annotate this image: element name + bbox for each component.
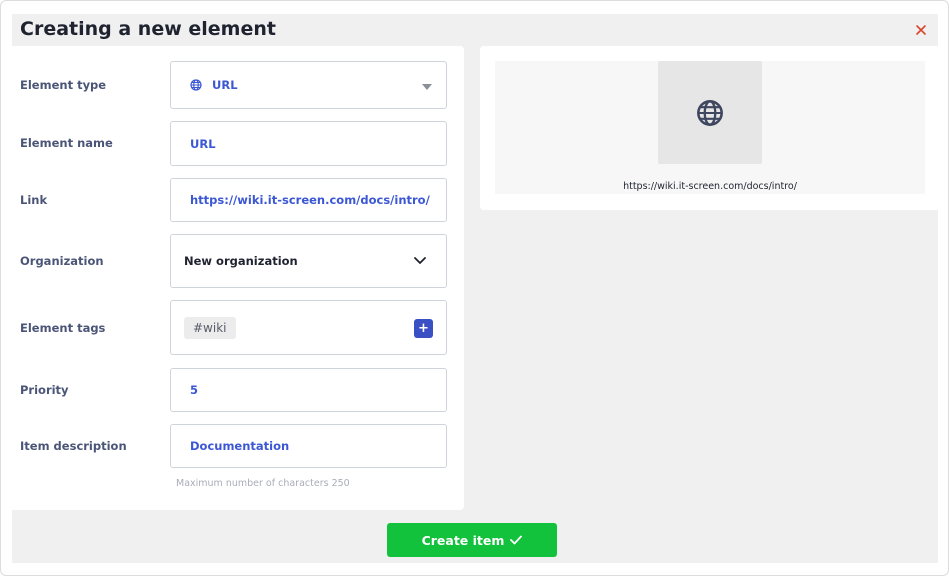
priority-label: Priority — [20, 383, 69, 397]
element-name-label: Element name — [20, 136, 113, 150]
element-tags-field[interactable]: #wiki + — [170, 300, 447, 355]
close-button[interactable] — [904, 14, 938, 45]
priority-input[interactable]: 5 — [170, 368, 447, 412]
create-item-label: Create item — [421, 532, 505, 548]
organization-value: New organization — [184, 254, 298, 268]
character-limit-hint: Maximum number of characters 250 — [176, 478, 350, 489]
dialog-title: Creating a new element — [20, 18, 276, 40]
globe-icon — [697, 99, 723, 126]
link-value: https://wiki.it-screen.com/docs/intro/ — [190, 193, 430, 207]
element-type-select[interactable]: URL — [170, 61, 447, 109]
organization-label: Organization — [20, 254, 104, 268]
create-item-button[interactable]: Create item — [387, 523, 557, 557]
add-tag-button[interactable]: + — [414, 319, 433, 338]
element-tags-label: Element tags — [20, 321, 106, 335]
organization-select[interactable]: New organization — [170, 234, 447, 288]
link-input[interactable]: https://wiki.it-screen.com/docs/intro/ — [170, 178, 447, 222]
check-icon — [510, 535, 523, 545]
link-label: Link — [20, 193, 48, 207]
element-name-value: URL — [190, 136, 216, 151]
item-description-value: Documentation — [190, 439, 290, 453]
chevron-down-icon — [414, 257, 426, 264]
preview-url[interactable]: https://wiki.it-screen.com/docs/intro/ — [495, 181, 925, 192]
element-name-input[interactable]: URL — [170, 121, 447, 166]
element-type-label: Element type — [20, 78, 107, 92]
item-description-input[interactable]: Documentation — [170, 424, 447, 468]
globe-icon — [190, 79, 202, 91]
close-icon — [916, 24, 926, 35]
item-description-label: Item description — [20, 439, 127, 453]
element-type-value: URL — [212, 78, 238, 92]
priority-value: 5 — [190, 383, 199, 397]
preview-thumbnail[interactable] — [658, 61, 762, 164]
tag-chip[interactable]: #wiki — [184, 316, 236, 339]
caret-down-icon — [422, 84, 432, 90]
